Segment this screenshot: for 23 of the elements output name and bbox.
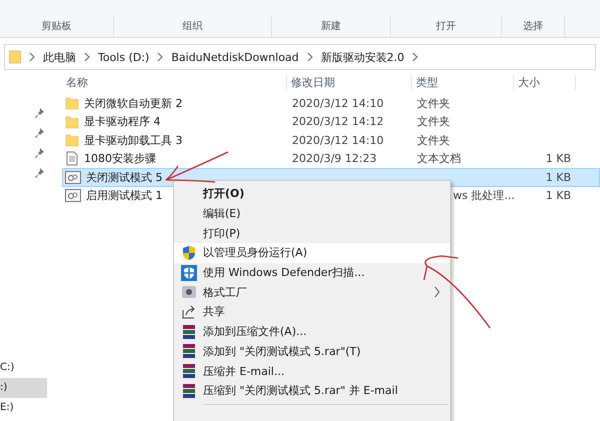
file-size: 1 KB [544,152,572,166]
file-size: 1 KB [544,170,572,184]
ribbon-group-label: 新建 [272,15,391,37]
ribbon-group-label: 选择 [502,15,565,37]
file-name: 1080安装步骤 [84,151,156,166]
ribbon-group-label: 剪贴板 [0,15,114,37]
file-date: 2020/3/9 12:23 [291,152,378,166]
file-size: 1 KB [544,189,572,202]
file-type: 文件夹 [416,132,451,148]
file-type: 文件夹 [416,96,451,111]
file-name: 显卡驱动程序 4 [84,114,160,130]
file-date: 2020/3/12 14:10 [291,134,385,147]
ribbon-group-label: 打开 [391,15,502,37]
file-type: 文本文档 [416,151,462,166]
file-type: 文件夹 [416,114,451,130]
file-name: 显卡驱动卸载工具 3 [84,132,182,148]
file-date: 2020/3/12 14:10 [291,96,385,110]
ribbon-group-label: 组织 [114,15,272,37]
file-type: ws 批处理... [452,188,515,204]
file-date: 2020/3/12 14:12 [291,115,385,128]
file-name: 关闭微软自动更新 2 [84,96,182,111]
file-name: 启用测试模式 1 [86,188,162,204]
file-name: 关闭测试模式 5 [86,170,162,185]
